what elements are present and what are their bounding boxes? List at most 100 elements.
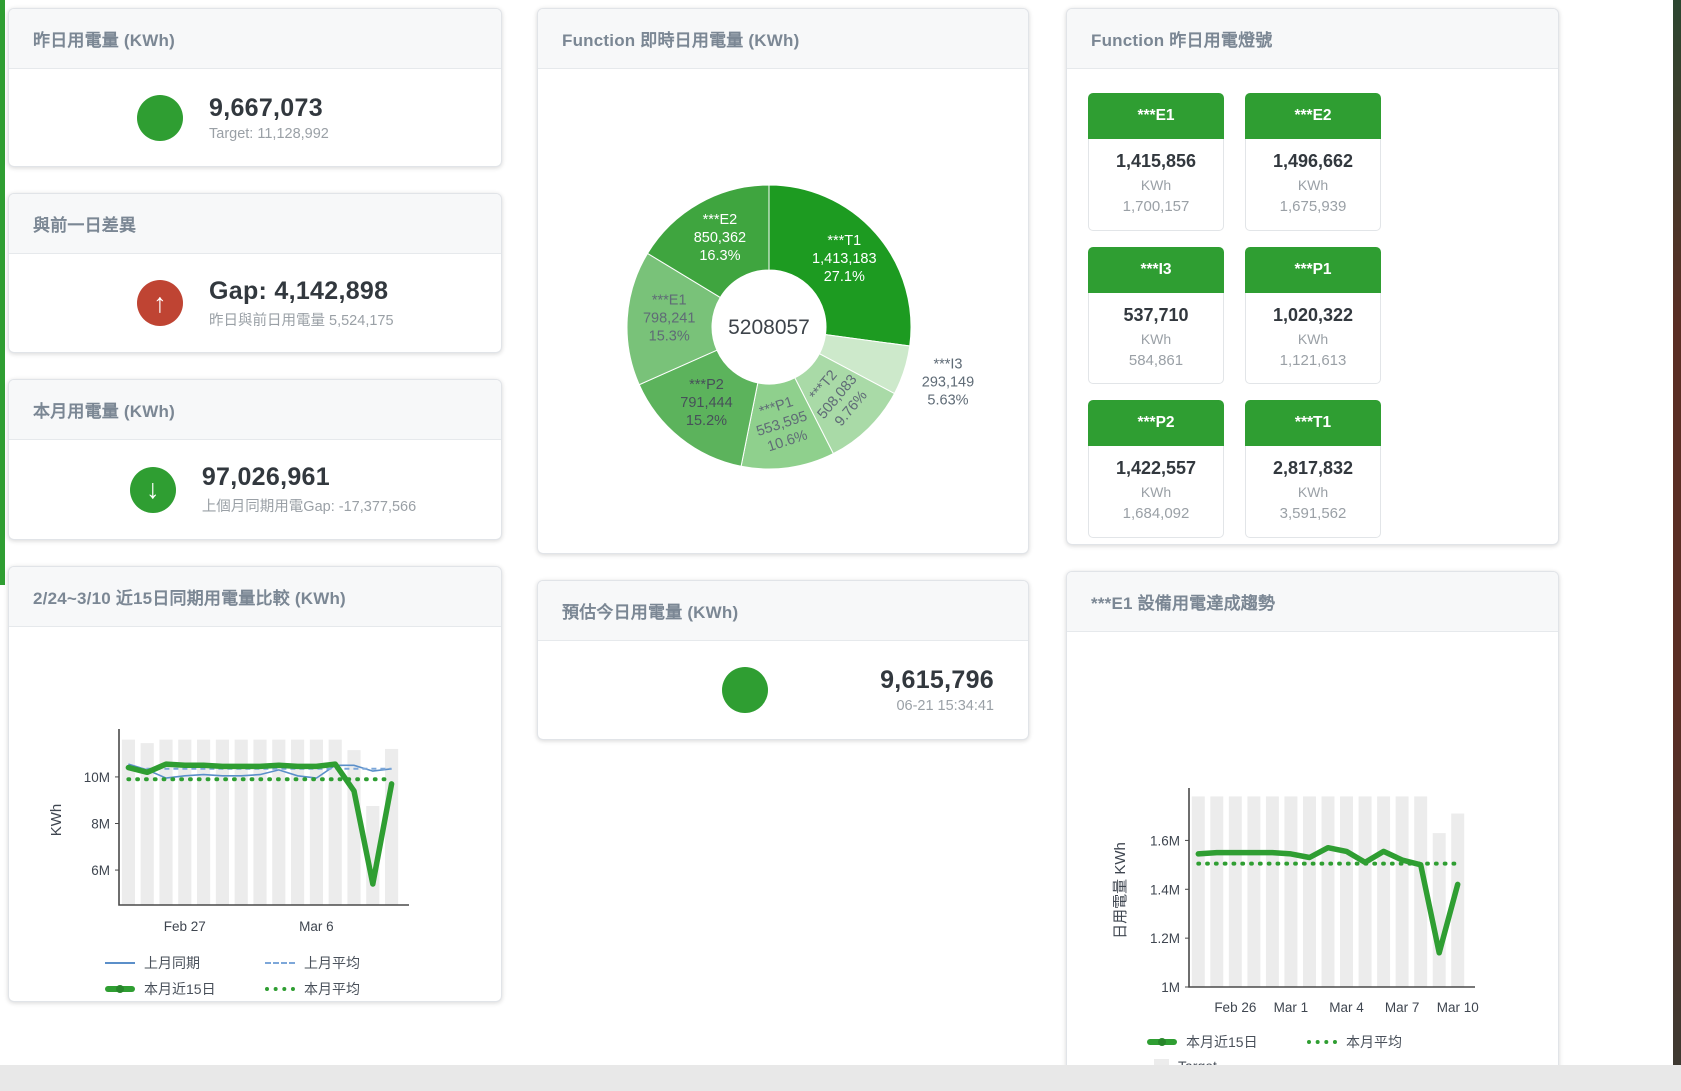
y-axis-label: KWh (48, 804, 65, 837)
status-tile-I3: ***I3537,710KWh584,861 (1088, 247, 1224, 385)
donut-center-total: 5208057 (728, 316, 810, 339)
panel-15day-compare-title: 2/24~3/10 近15日同期用電量比較 (KWh) (9, 567, 501, 627)
legend-swatch-line_green_thick (105, 986, 135, 992)
panel-month-title: 本月用電量 (KWh) (9, 380, 501, 440)
month-usage-value: 97,026,961 (202, 463, 416, 492)
y-tick-label: 10M (84, 770, 110, 785)
tile-label: ***P1 (1245, 247, 1381, 293)
column-right: Function 昨日用電燈號 ***E11,415,856KWh1,700,1… (1066, 8, 1559, 1090)
up-arrow-glyph: ↑ (153, 290, 167, 317)
x-tick-label: Mar 10 (1437, 1000, 1479, 1015)
tile-target: 1,121,613 (1248, 350, 1378, 373)
tile-target: 1,700,157 (1091, 196, 1221, 219)
legend-item[interactable]: 上月同期 (105, 953, 265, 973)
status-tile-E1: ***E11,415,856KWh1,700,157 (1088, 93, 1224, 231)
month-usage-gap: 上個月同期用電Gap: -17,377,566 (202, 495, 416, 516)
status-tile-T1: ***T12,817,832KWh3,591,562 (1245, 400, 1381, 538)
target-bar (1247, 796, 1260, 987)
tile-value: 2,817,832 (1248, 455, 1378, 482)
legend-swatch-dot_green (1307, 1040, 1337, 1044)
legend-item[interactable]: 本月近15日 (1147, 1032, 1307, 1052)
legend-label: 本月平均 (1346, 1032, 1402, 1052)
green-status-circle-icon (137, 95, 183, 141)
target-bar (1266, 796, 1279, 987)
y-axis-label: 日用電量 KWh (1112, 842, 1129, 939)
tile-target: 584,861 (1091, 350, 1221, 373)
tile-body: 1,020,322KWh1,121,613 (1245, 293, 1381, 385)
day-gap-subtitle: 昨日與前日用電量 5,524,175 (209, 309, 409, 330)
tile-label: ***I3 (1088, 247, 1224, 293)
tile-body: 537,710KWh584,861 (1088, 293, 1224, 385)
tile-label: ***E2 (1245, 93, 1381, 139)
tile-body: 1,496,662KWh1,675,939 (1245, 139, 1381, 231)
legend-item[interactable]: 本月近15日 (105, 979, 265, 999)
y-tick-label: 6M (91, 863, 110, 878)
tile-label: ***T1 (1245, 400, 1381, 446)
yesterday-usage-value: 9,667,073 (209, 94, 409, 123)
y-tick-label: 1.6M (1150, 833, 1180, 848)
panel-realtime-donut: Function 即時日用電量 (KWh) ***T11,413,18327.1… (537, 8, 1029, 554)
tile-target: 3,591,562 (1248, 503, 1378, 526)
target-bar (1359, 796, 1372, 987)
tile-body: 2,817,832KWh3,591,562 (1245, 446, 1381, 538)
tile-unit: KWh (1248, 482, 1378, 503)
legend-item[interactable]: 上月平均 (265, 953, 425, 973)
day-gap-value: Gap: 4,142,898 (209, 277, 409, 306)
tile-unit: KWh (1248, 329, 1378, 350)
tile-target: 1,675,939 (1248, 196, 1378, 219)
x-tick-label: Feb 27 (164, 919, 206, 934)
panel-lights-title: Function 昨日用電燈號 (1067, 9, 1558, 69)
status-tile-grid: ***E11,415,856KWh1,700,157***E21,496,662… (1067, 69, 1558, 545)
legend-label: 上月同期 (144, 953, 200, 973)
column-middle: Function 即時日用電量 (KWh) ***T11,413,18327.1… (537, 8, 1029, 740)
target-bar (1303, 796, 1316, 987)
target-bar (1396, 796, 1409, 987)
tile-label: ***P2 (1088, 400, 1224, 446)
y-tick-label: 1.4M (1150, 882, 1180, 897)
tile-value: 1,422,557 (1091, 455, 1221, 482)
compare-line-chart: 6M8M10MKWhFeb 27Mar 6 (9, 723, 501, 941)
legend-label: 本月近15日 (144, 979, 216, 999)
legend-swatch-line_green_thick (1147, 1039, 1177, 1045)
panel-day-gap-title: 與前一日差異 (9, 194, 501, 254)
target-bar (385, 749, 398, 905)
target-bar (1284, 796, 1297, 987)
panel-estimate-title: 預估今日用電量 (KWh) (538, 581, 1028, 641)
arrow-up-circle-icon: ↑ (137, 280, 183, 326)
status-tile-E2: ***E21,496,662KWh1,675,939 (1245, 93, 1381, 231)
panel-realtime-title: Function 即時日用電量 (KWh) (538, 9, 1028, 69)
column-left: 昨日用電量 (KWh) 9,667,073 Target: 11,128,992… (8, 8, 502, 1002)
y-tick-label: 1.2M (1150, 931, 1180, 946)
panel-yesterday-usage: 昨日用電量 (KWh) 9,667,073 Target: 11,128,992 (8, 8, 502, 167)
legend-swatch-line_blue (105, 962, 135, 964)
legend-label: 本月近15日 (1186, 1032, 1258, 1052)
target-bar (1340, 796, 1353, 987)
tile-value: 1,415,856 (1091, 148, 1221, 175)
target-bar (1377, 796, 1390, 987)
arrow-down-circle-icon: ↓ (130, 467, 176, 513)
tile-value: 1,020,322 (1248, 302, 1378, 329)
y-tick-label: 1M (1161, 980, 1180, 995)
scrollbar[interactable] (1673, 0, 1681, 1091)
status-tile-P1: ***P11,020,322KWh1,121,613 (1245, 247, 1381, 385)
target-bar (1192, 796, 1205, 987)
panel-month-usage: 本月用電量 (KWh) ↓ 97,026,961 上個月同期用電Gap: -17… (8, 379, 502, 540)
left-edge-accent (0, 0, 5, 585)
estimate-today-value: 9,615,796 (794, 666, 994, 695)
legend-swatch-dot_green (265, 987, 295, 991)
legend-item[interactable]: 本月平均 (1307, 1032, 1467, 1052)
tile-target: 1,684,092 (1091, 503, 1221, 526)
down-arrow-glyph: ↓ (146, 476, 160, 503)
target-bar (1322, 796, 1335, 987)
tile-value: 1,496,662 (1248, 148, 1378, 175)
tile-unit: KWh (1091, 482, 1221, 503)
target-bar (1229, 796, 1242, 987)
legend-item[interactable]: 本月平均 (265, 979, 425, 999)
y-tick-label: 8M (91, 816, 110, 831)
panel-day-gap: 與前一日差異 ↑ Gap: 4,142,898 昨日與前日用電量 5,524,1… (8, 193, 502, 353)
tile-unit: KWh (1248, 175, 1378, 196)
e1-trend-line-chart: 1M1.2M1.4M1.6M日用電量 KWhFeb 26Mar 1Mar 4Ma… (1067, 782, 1559, 1020)
panel-15day-compare: 2/24~3/10 近15日同期用電量比較 (KWh) 6M 8M 10M KWh Fe… (8, 566, 502, 1002)
target-bar (1210, 796, 1223, 987)
tile-unit: KWh (1091, 175, 1221, 196)
